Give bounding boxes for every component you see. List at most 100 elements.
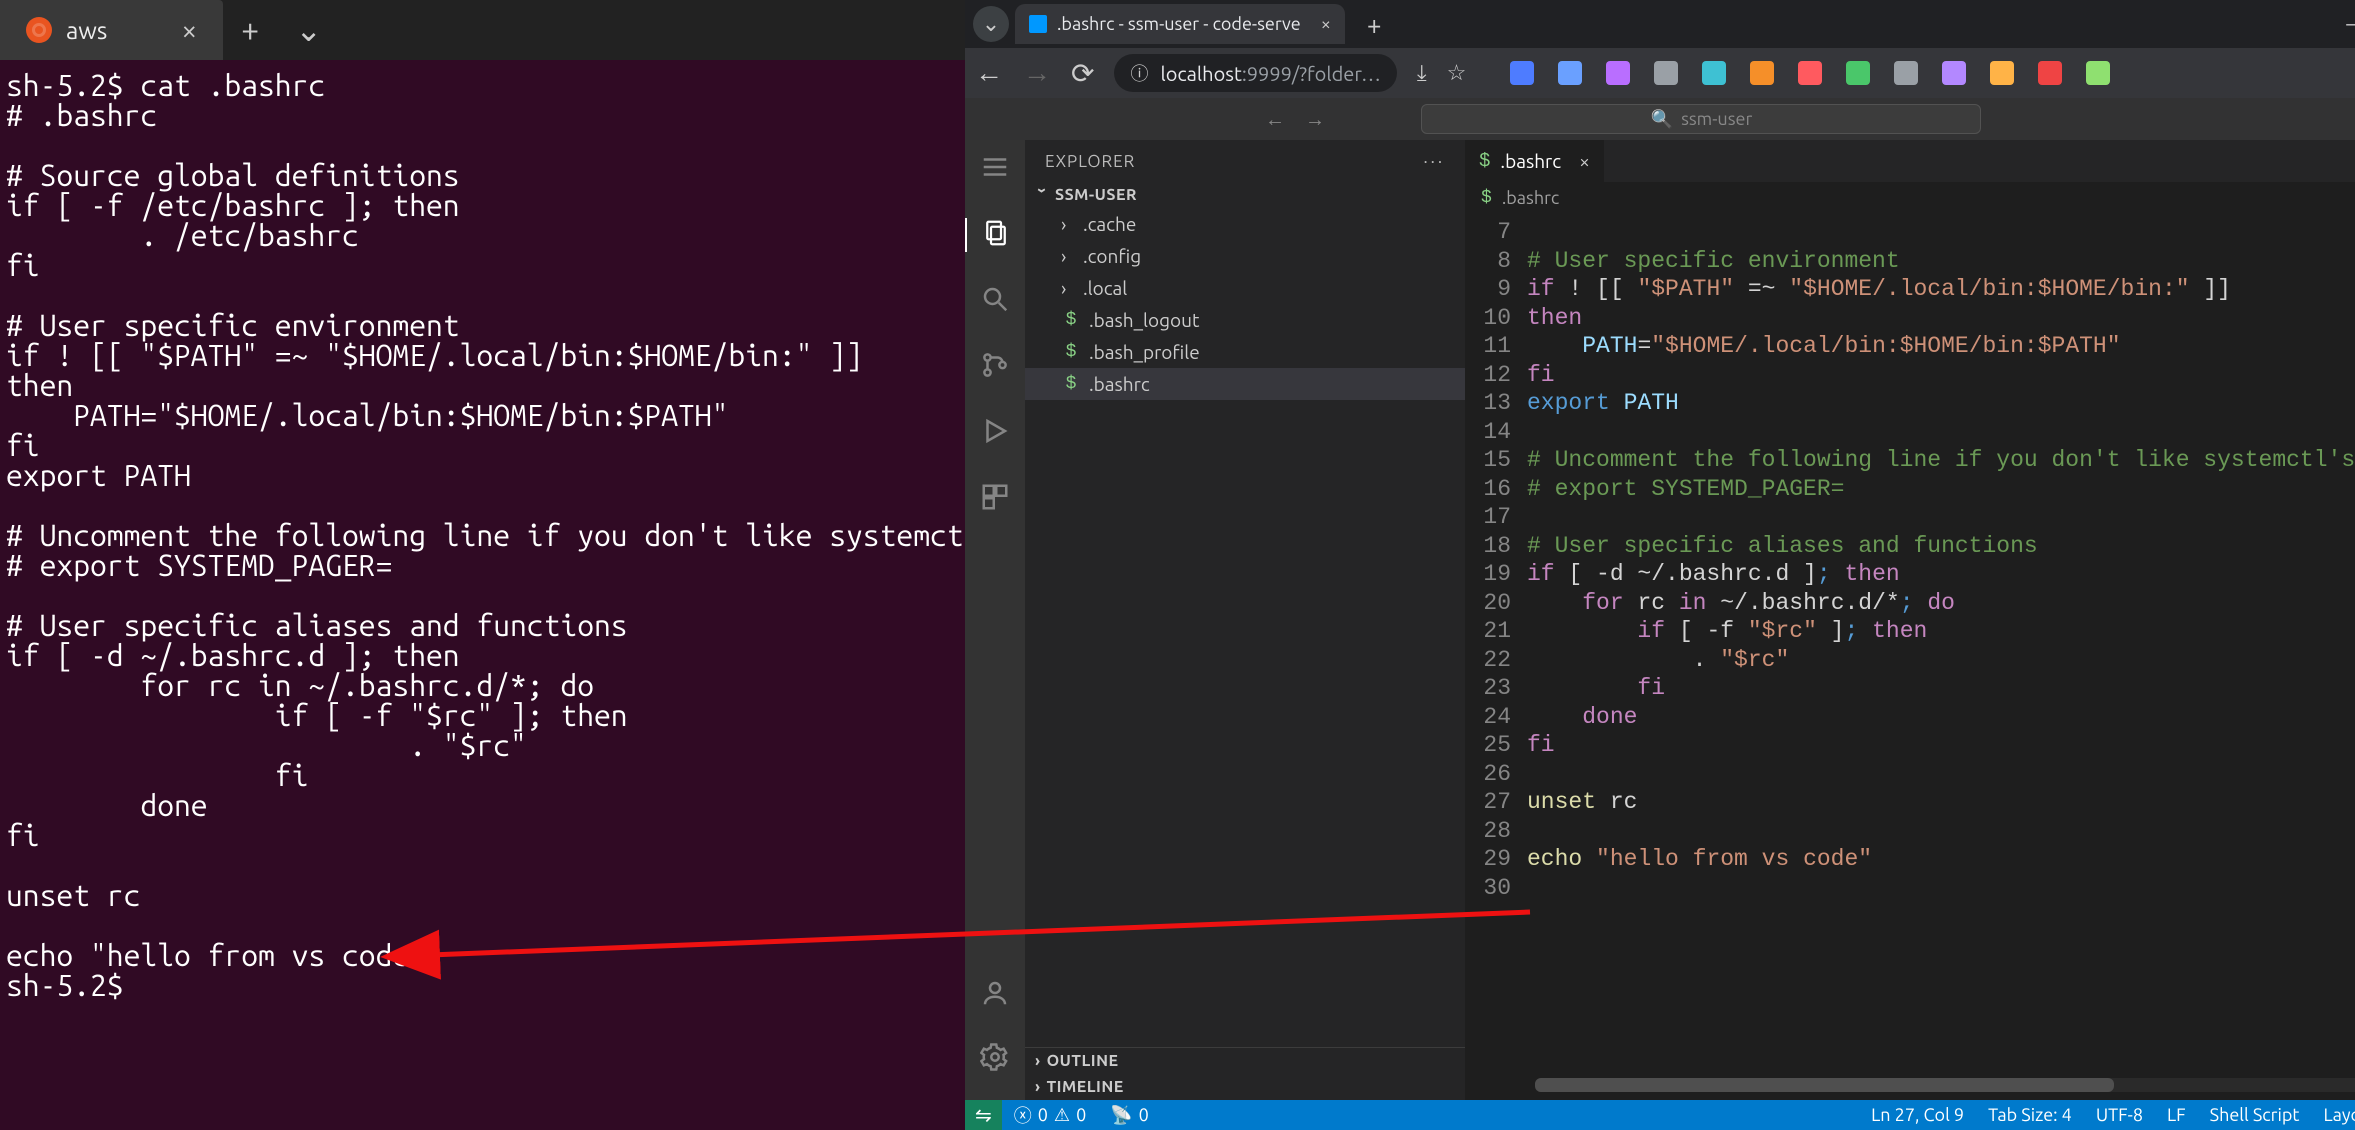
vscode-nav-forward-icon[interactable]: →: [1305, 107, 1325, 132]
code-line[interactable]: . "$rc": [1527, 646, 2355, 675]
code-line[interactable]: # Uncomment the following line if you do…: [1527, 446, 2355, 475]
browser-forward-button[interactable]: →: [1023, 57, 1051, 89]
browser-minimize-icon[interactable]: —: [2346, 11, 2355, 37]
activity-settings-icon[interactable]: [980, 1042, 1010, 1076]
code-line[interactable]: echo "hello from vs code": [1527, 845, 2355, 874]
scrollbar-thumb[interactable]: [1535, 1078, 2114, 1092]
code-line[interactable]: unset rc: [1527, 788, 2355, 817]
activity-source-control-icon[interactable]: [980, 350, 1010, 384]
activity-search-icon[interactable]: [980, 284, 1010, 318]
code-line[interactable]: [1527, 874, 2355, 903]
code-line[interactable]: fi: [1527, 731, 2355, 760]
status-ports[interactable]: 📡0: [1098, 1105, 1161, 1126]
terminal-tab-dropdown-icon[interactable]: ⌄: [277, 11, 340, 49]
code-content[interactable]: # User specific environmentif ! [[ "$PAT…: [1527, 214, 2355, 1074]
bookmark-star-icon[interactable]: ☆: [1447, 60, 1467, 86]
chevron-down-icon: ⌄: [982, 11, 1000, 37]
explorer-header: EXPLORER ···: [1025, 140, 1465, 182]
tree-file[interactable]: $.bash_profile: [1025, 336, 1465, 368]
tree-file[interactable]: $.bashrc: [1025, 368, 1465, 400]
extension-icon[interactable]: [1990, 61, 2014, 85]
extension-icon[interactable]: [1558, 61, 1582, 85]
tree-folder[interactable]: ›.local: [1025, 272, 1465, 304]
code-line[interactable]: # User specific aliases and functions: [1527, 532, 2355, 561]
extension-icon[interactable]: [1654, 61, 1678, 85]
status-tab-size[interactable]: Tab Size: 4: [1976, 1105, 2084, 1125]
extension-icon[interactable]: [1750, 61, 1774, 85]
code-line[interactable]: fi: [1527, 674, 2355, 703]
status-problems[interactable]: ⓧ0 ⚠0: [1002, 1102, 1098, 1128]
terminal-new-tab-button[interactable]: +: [223, 12, 277, 48]
breadcrumb[interactable]: $ .bashrc: [1465, 182, 2355, 214]
code-line[interactable]: for rc in ~/.bashrc.d/*; do: [1527, 589, 2355, 618]
browser-tab-close-icon[interactable]: ×: [1311, 14, 1331, 34]
status-cursor-position[interactable]: Ln 27, Col 9: [1859, 1105, 1976, 1125]
command-center[interactable]: 🔍 ssm-user: [1421, 104, 1981, 134]
terminal-tab-title: aws: [66, 17, 107, 44]
extension-icon[interactable]: [1510, 61, 1534, 85]
code-line[interactable]: done: [1527, 703, 2355, 732]
extension-icon[interactable]: [2038, 61, 2062, 85]
extension-icon[interactable]: [1606, 61, 1630, 85]
activity-extensions-icon[interactable]: [980, 482, 1010, 516]
editor-tab[interactable]: $ .bashrc ×: [1465, 140, 1605, 182]
code-line[interactable]: if [ -d ~/.bashrc.d ]; then: [1527, 560, 2355, 589]
status-layout[interactable]: Layout: Gern: [2311, 1105, 2355, 1125]
explorer-more-icon[interactable]: ···: [1423, 152, 1445, 171]
status-eol[interactable]: LF: [2155, 1105, 2198, 1125]
site-info-icon[interactable]: ⓘ: [1130, 60, 1148, 86]
code-line[interactable]: then: [1527, 304, 2355, 333]
terminal-tab-close-icon[interactable]: ×: [181, 15, 197, 46]
activity-bar: [965, 140, 1025, 1100]
tree-folder[interactable]: ›.cache: [1025, 208, 1465, 240]
terminal-output[interactable]: sh-5.2$ cat .bashrc # .bashrc # Source g…: [0, 60, 965, 1130]
tree-folder[interactable]: ›.config: [1025, 240, 1465, 272]
code-line[interactable]: [1527, 503, 2355, 532]
vscode-nav-back-icon[interactable]: ←: [1265, 107, 1285, 132]
browser-reload-button[interactable]: ⟳: [1071, 57, 1094, 90]
status-remote-button[interactable]: ⇋: [965, 1100, 1002, 1130]
extension-icon[interactable]: [1942, 61, 1966, 85]
code-line[interactable]: PATH="$HOME/.local/bin:$HOME/bin:$PATH": [1527, 332, 2355, 361]
code-line[interactable]: [1527, 817, 2355, 846]
extension-icon[interactable]: [2086, 61, 2110, 85]
activity-run-debug-icon[interactable]: [980, 416, 1010, 450]
code-line[interactable]: export PATH: [1527, 389, 2355, 418]
status-language[interactable]: Shell Script: [2198, 1105, 2312, 1125]
terminal-tab[interactable]: aws ×: [0, 0, 223, 60]
shell-file-icon: $: [1479, 150, 1490, 172]
extension-icon[interactable]: [1798, 61, 1822, 85]
editor-tab-close-icon[interactable]: ×: [1579, 150, 1590, 172]
workspace-name: SSM-USER: [1055, 186, 1137, 204]
code-line[interactable]: [1527, 760, 2355, 789]
workspace-root[interactable]: › SSM-USER: [1025, 182, 1465, 208]
extension-icon[interactable]: [1846, 61, 1870, 85]
shell-file-icon: $: [1061, 310, 1081, 330]
code-editor[interactable]: 7891011121314151617181920212223242526272…: [1465, 214, 2355, 1074]
browser-tab[interactable]: .bashrc - ssm-user - code-serve ×: [1015, 4, 1345, 44]
browser-back-button[interactable]: ←: [975, 57, 1003, 89]
code-line[interactable]: [1527, 218, 2355, 247]
tree-file[interactable]: $.bash_logout: [1025, 304, 1465, 336]
chevron-down-icon: ›: [1033, 188, 1051, 202]
activity-accounts-icon[interactable]: [980, 978, 1010, 1012]
install-app-icon[interactable]: ⤓: [1417, 60, 1427, 86]
extension-icon[interactable]: [1702, 61, 1726, 85]
code-line[interactable]: if [ -f "$rc" ]; then: [1527, 617, 2355, 646]
address-bar[interactable]: ⓘ localhost:9999/?folder…: [1114, 54, 1396, 92]
code-line[interactable]: [1527, 418, 2355, 447]
code-line[interactable]: # export SYSTEMD_PAGER=: [1527, 475, 2355, 504]
activity-explorer-icon[interactable]: [965, 218, 1025, 252]
code-line[interactable]: # User specific environment: [1527, 247, 2355, 276]
tab-search-button[interactable]: ⌄: [973, 6, 1009, 42]
extension-icon[interactable]: [1894, 61, 1918, 85]
editor-tab-title: .bashrc: [1500, 150, 1561, 172]
code-line[interactable]: fi: [1527, 361, 2355, 390]
code-line[interactable]: if ! [[ "$PATH" =~ "$HOME/.local/bin:$HO…: [1527, 275, 2355, 304]
timeline-section[interactable]: › TIMELINE: [1025, 1074, 1465, 1100]
outline-section[interactable]: › OUTLINE: [1025, 1048, 1465, 1074]
browser-new-tab-button[interactable]: +: [1351, 10, 1382, 39]
activity-menu-icon[interactable]: [980, 152, 1010, 186]
status-encoding[interactable]: UTF-8: [2084, 1105, 2155, 1125]
editor-horizontal-scrollbar[interactable]: [1535, 1078, 2355, 1092]
